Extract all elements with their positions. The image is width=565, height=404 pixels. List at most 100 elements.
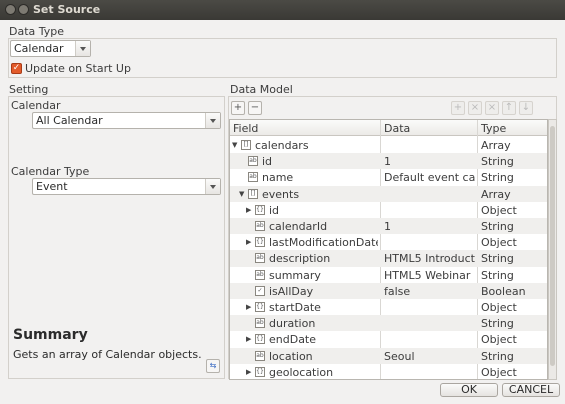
table-row[interactable]: ✓ isAllDay false Boolean xyxy=(230,282,547,299)
table-row[interactable]: abname Default event calendar String xyxy=(230,169,547,185)
calendar-label: Calendar xyxy=(11,99,61,112)
window-title: Set Source xyxy=(33,3,101,16)
collapsed-arrow-icon[interactable]: ▶ xyxy=(246,206,254,214)
data-model-table: Field Data Type ▼[] calendars Array ab id 1 St… xyxy=(229,119,548,380)
column-header-data[interactable]: Data xyxy=(384,122,410,135)
field-cell: geolocation xyxy=(269,365,334,379)
table-row[interactable]: ab summary HTML5 Webinar String xyxy=(230,267,547,283)
array-type-icon: [] xyxy=(241,140,251,150)
table-row[interactable]: ab description HTML5 Introduction String xyxy=(230,250,547,267)
field-cell: duration xyxy=(269,317,316,331)
table-row[interactable]: ab calendarId 1 String xyxy=(230,218,547,235)
expand-all-icon[interactable]: + xyxy=(231,101,245,115)
field-cell: events xyxy=(262,187,300,201)
type-cell: String xyxy=(481,171,514,185)
data-cell[interactable]: HTML5 Introduction xyxy=(384,252,476,265)
field-cell: description xyxy=(269,252,331,266)
data-type-combo[interactable]: Calendar xyxy=(10,40,91,57)
table-row[interactable]: ab id 1 String xyxy=(230,153,547,170)
table-row[interactable]: ▶{} startDate Object xyxy=(230,299,547,315)
data-cell[interactable]: 1 xyxy=(384,220,476,233)
data-cell[interactable]: Seoul xyxy=(384,350,476,363)
summary-text: Gets an array of Calendar objects. xyxy=(13,348,202,361)
object-type-icon: {} xyxy=(255,237,265,248)
table-row[interactable]: ▶{} geolocation Object xyxy=(230,364,547,379)
expanded-arrow-icon[interactable]: ▼ xyxy=(239,190,247,198)
table-vertical-scrollbar[interactable] xyxy=(548,119,557,380)
move-down-icon[interactable]: ↓ xyxy=(519,101,533,115)
update-on-startup-label: Update on Start Up xyxy=(25,62,131,75)
text-type-icon: ab xyxy=(255,269,265,280)
type-cell: String xyxy=(481,349,514,363)
type-cell: Object xyxy=(481,333,517,347)
object-type-icon: {} xyxy=(255,302,265,312)
text-type-icon: ab xyxy=(255,221,265,231)
minimize-window-icon[interactable] xyxy=(18,4,29,15)
column-header-type[interactable]: Type xyxy=(481,122,506,135)
refresh-icon[interactable]: ⇆ xyxy=(206,359,220,373)
type-cell: Object xyxy=(481,236,517,250)
data-type-label: Data Type xyxy=(9,25,65,38)
field-cell: name xyxy=(262,171,294,185)
title-bar: Set Source xyxy=(0,0,565,20)
expanded-arrow-icon[interactable]: ▼ xyxy=(232,141,240,149)
type-cell: String xyxy=(481,252,514,266)
type-cell: Array xyxy=(481,139,511,152)
collapsed-arrow-icon[interactable]: ▶ xyxy=(246,238,254,246)
field-cell: summary xyxy=(269,268,321,282)
field-cell: id xyxy=(262,155,273,169)
add-icon[interactable]: + xyxy=(451,101,465,115)
column-header-field[interactable]: Field xyxy=(233,122,258,135)
object-type-icon: {} xyxy=(255,366,265,377)
delete-icon[interactable]: × xyxy=(468,101,482,115)
text-type-icon: ab xyxy=(255,350,265,361)
table-row[interactable]: ▶{} id Object xyxy=(230,202,547,218)
type-cell: String xyxy=(481,220,514,233)
data-cell[interactable]: HTML5 Webinar xyxy=(384,269,476,282)
chevron-down-icon xyxy=(75,41,90,56)
field-cell: id xyxy=(269,203,280,217)
setting-label: Setting xyxy=(9,83,49,96)
text-type-icon: ab xyxy=(255,253,265,264)
ok-button[interactable]: OK xyxy=(440,383,498,397)
remove-icon[interactable]: × xyxy=(485,101,499,115)
move-up-icon[interactable]: ↑ xyxy=(502,101,516,115)
table-row[interactable]: ▶{} endDate Object xyxy=(230,331,547,347)
table-row[interactable]: ▼[] events Array xyxy=(230,185,547,202)
calendar-type-combo[interactable]: Event xyxy=(32,178,221,195)
data-type-combo-value: Calendar xyxy=(14,42,64,55)
boolean-type-icon: ✓ xyxy=(255,285,265,296)
calendar-combo[interactable]: All Calendar xyxy=(32,112,221,129)
chevron-down-icon xyxy=(205,113,220,128)
collapsed-arrow-icon[interactable]: ▶ xyxy=(246,368,254,376)
scrollbar-thumb[interactable] xyxy=(550,126,555,366)
table-row[interactable]: ▼[] calendars Array xyxy=(230,137,547,153)
close-window-icon[interactable] xyxy=(5,4,16,15)
field-cell: calendarId xyxy=(269,220,328,233)
data-cell[interactable]: false xyxy=(384,285,476,298)
table-row[interactable]: ab location Seoul String xyxy=(230,347,547,364)
type-cell: Object xyxy=(481,365,517,379)
text-type-icon: ab xyxy=(255,318,265,329)
cancel-button[interactable]: CANCEL xyxy=(502,383,560,397)
object-type-icon: {} xyxy=(255,204,265,215)
type-cell: String xyxy=(481,155,514,169)
calendar-type-combo-value: Event xyxy=(36,180,68,193)
data-cell[interactable]: Default event calendar xyxy=(384,171,476,184)
table-row[interactable]: ▶{} lastModificationDate Object xyxy=(230,234,547,250)
table-row[interactable]: ab duration String xyxy=(230,315,547,332)
collapse-all-icon[interactable]: − xyxy=(248,101,262,115)
type-cell: Boolean xyxy=(481,284,526,298)
update-on-startup-checkbox[interactable]: ✓ xyxy=(11,63,22,74)
field-cell: calendars xyxy=(255,139,309,152)
type-cell: String xyxy=(481,268,514,282)
collapsed-arrow-icon[interactable]: ▶ xyxy=(246,335,254,343)
field-cell: startDate xyxy=(269,301,321,314)
collapsed-arrow-icon[interactable]: ▶ xyxy=(246,303,254,311)
text-type-icon: ab xyxy=(248,156,258,167)
type-cell: Object xyxy=(481,301,517,314)
table-header: Field Data Type xyxy=(230,120,547,136)
data-cell[interactable]: 1 xyxy=(384,155,476,168)
field-cell: location xyxy=(269,349,313,363)
text-type-icon: ab xyxy=(248,172,258,183)
